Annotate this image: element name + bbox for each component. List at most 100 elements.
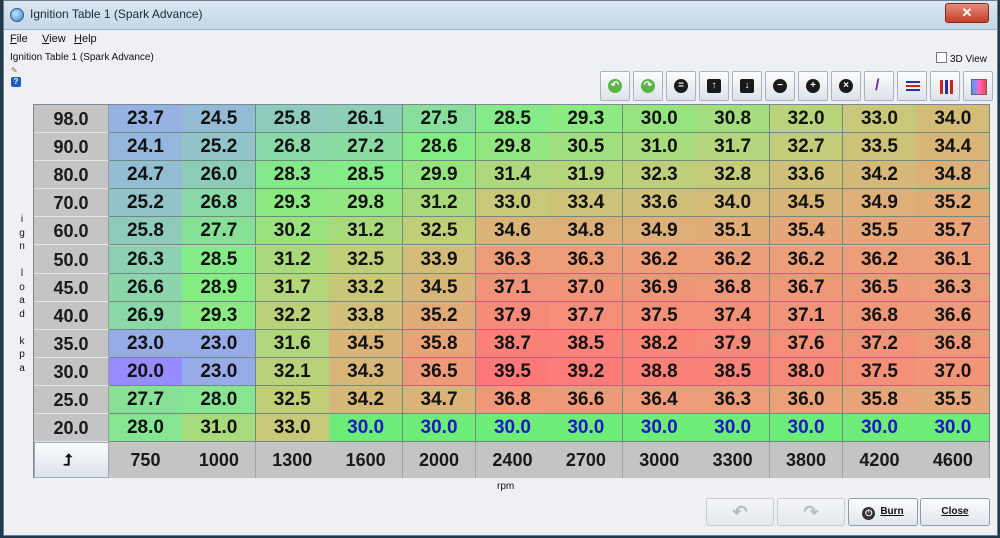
- table-cell[interactable]: 27.5: [402, 105, 477, 134]
- table-cell[interactable]: 36.3: [916, 273, 991, 302]
- table-cell[interactable]: 34.8: [916, 161, 991, 190]
- table-cell[interactable]: 36.8: [916, 329, 991, 358]
- y-axis-label[interactable]: 35.0: [34, 329, 109, 358]
- y-axis-label[interactable]: 30.0: [34, 357, 109, 386]
- table-cell[interactable]: 34.6: [476, 217, 550, 246]
- toolbar-button-horizontal-interpolate[interactable]: [897, 71, 927, 101]
- table-cell[interactable]: 31.2: [402, 189, 477, 218]
- table-cell[interactable]: 32.5: [329, 245, 404, 274]
- table-cell[interactable]: 36.2: [843, 245, 917, 274]
- table-cell[interactable]: 30.0: [329, 414, 404, 443]
- table-cell[interactable]: 23.0: [182, 357, 257, 386]
- table-cell[interactable]: 34.9: [622, 217, 697, 246]
- table-cell[interactable]: 35.8: [402, 329, 477, 358]
- table-cell[interactable]: 30.0: [696, 414, 771, 443]
- x-axis-label[interactable]: 750: [109, 442, 183, 479]
- table-cell[interactable]: 34.4: [916, 133, 991, 162]
- view-3d-checkbox[interactable]: [935, 52, 947, 63]
- table-cell[interactable]: 30.0: [916, 414, 991, 443]
- table-cell[interactable]: 25.8: [109, 217, 183, 246]
- toolbar-button-plus[interactable]: +: [798, 71, 828, 101]
- table-cell[interactable]: 26.9: [109, 301, 183, 330]
- y-axis-label[interactable]: 40.0: [34, 301, 109, 330]
- table-cell[interactable]: 30.0: [843, 414, 917, 443]
- table-cell[interactable]: 36.2: [769, 245, 844, 274]
- table-cell[interactable]: 30.0: [549, 414, 624, 443]
- table-cell[interactable]: 36.0: [769, 386, 844, 415]
- table-cell[interactable]: 34.9: [843, 189, 917, 218]
- table-cell[interactable]: 37.4: [696, 301, 771, 330]
- table-cell[interactable]: 35.8: [843, 386, 917, 415]
- table-cell[interactable]: 27.7: [182, 217, 257, 246]
- table-cell[interactable]: 25.2: [182, 133, 257, 162]
- menu-file[interactable]: File: [10, 33, 28, 45]
- table-cell[interactable]: 28.0: [182, 386, 257, 415]
- y-axis-label[interactable]: 80.0: [34, 161, 109, 190]
- table-cell[interactable]: 30.2: [255, 217, 330, 246]
- table-cell[interactable]: 34.5: [769, 189, 844, 218]
- toolbar-button-pencil[interactable]: /: [864, 71, 894, 101]
- table-cell[interactable]: 34.0: [916, 105, 991, 134]
- table-cell[interactable]: 37.0: [549, 273, 624, 302]
- table-cell[interactable]: 28.9: [182, 273, 257, 302]
- view-3d-toggle[interactable]: 3D View: [935, 52, 987, 65]
- table-cell[interactable]: 36.8: [843, 301, 917, 330]
- y-axis-label[interactable]: 98.0: [34, 105, 109, 134]
- table-cell[interactable]: 38.0: [769, 357, 844, 386]
- table-cell[interactable]: 31.4: [476, 161, 550, 190]
- table-cell[interactable]: 31.2: [255, 245, 330, 274]
- table-cell[interactable]: 30.0: [622, 414, 697, 443]
- burn-button[interactable]: ⏻ Burn: [848, 498, 918, 526]
- table-cell[interactable]: 35.5: [916, 386, 991, 415]
- table-cell[interactable]: 31.6: [255, 329, 330, 358]
- x-axis-label[interactable]: 2000: [402, 442, 477, 479]
- menu-help[interactable]: Help: [74, 33, 97, 45]
- toolbar-button-rotate-left[interactable]: ↶: [600, 71, 630, 101]
- x-axis-label[interactable]: 2700: [549, 442, 624, 479]
- table-cell[interactable]: 30.8: [696, 105, 771, 134]
- y-axis-label[interactable]: 25.0: [34, 386, 109, 415]
- table-cell[interactable]: 28.3: [255, 161, 330, 190]
- table-cell[interactable]: 38.5: [549, 329, 624, 358]
- toolbar-button-arrow-down[interactable]: ↓: [732, 71, 762, 101]
- toolbar-button-vertical-interpolate[interactable]: [930, 71, 960, 101]
- table-cell[interactable]: 36.3: [696, 386, 771, 415]
- y-axis-label[interactable]: 70.0: [34, 189, 109, 218]
- table-cell[interactable]: 29.3: [182, 301, 257, 330]
- table-cell[interactable]: 38.8: [622, 357, 697, 386]
- table-cell[interactable]: 37.1: [476, 273, 550, 302]
- axis-swap-button[interactable]: ⮥: [34, 442, 109, 479]
- y-axis-label[interactable]: 60.0: [34, 217, 109, 246]
- table-cell[interactable]: 26.8: [255, 133, 330, 162]
- table-cell[interactable]: 36.1: [916, 245, 991, 274]
- table-cell[interactable]: 31.2: [329, 217, 404, 246]
- table-cell[interactable]: 36.4: [622, 386, 697, 415]
- table-cell[interactable]: 30.0: [476, 414, 550, 443]
- table-cell[interactable]: 36.5: [402, 357, 477, 386]
- table-cell[interactable]: 31.7: [255, 273, 330, 302]
- table-cell[interactable]: 23.0: [182, 329, 257, 358]
- table-cell[interactable]: 30.0: [769, 414, 844, 443]
- toolbar-button-arrow-up[interactable]: ↑: [699, 71, 729, 101]
- table-cell[interactable]: 31.9: [549, 161, 624, 190]
- table-cell[interactable]: 26.8: [182, 189, 257, 218]
- table-cell[interactable]: 37.1: [769, 301, 844, 330]
- table-cell[interactable]: 36.6: [916, 301, 991, 330]
- table-cell[interactable]: 37.7: [549, 301, 624, 330]
- table-cell[interactable]: 33.5: [843, 133, 917, 162]
- table-cell[interactable]: 33.4: [549, 189, 624, 218]
- table-cell[interactable]: 31.0: [182, 414, 257, 443]
- table-cell[interactable]: 31.7: [696, 133, 771, 162]
- x-axis-label[interactable]: 3000: [622, 442, 697, 479]
- table-cell[interactable]: 38.2: [622, 329, 697, 358]
- x-axis-label[interactable]: 1300: [255, 442, 330, 479]
- toolbar-button-minus[interactable]: −: [765, 71, 795, 101]
- table-cell[interactable]: 36.8: [696, 273, 771, 302]
- table-cell[interactable]: 23.0: [109, 329, 183, 358]
- table-cell[interactable]: 34.5: [329, 329, 404, 358]
- table-cell[interactable]: 34.0: [696, 189, 771, 218]
- table-cell[interactable]: 25.2: [109, 189, 183, 218]
- table-cell[interactable]: 26.6: [109, 273, 183, 302]
- toolbar-button-color-gradient[interactable]: [963, 71, 993, 101]
- table-cell[interactable]: 28.5: [476, 105, 550, 134]
